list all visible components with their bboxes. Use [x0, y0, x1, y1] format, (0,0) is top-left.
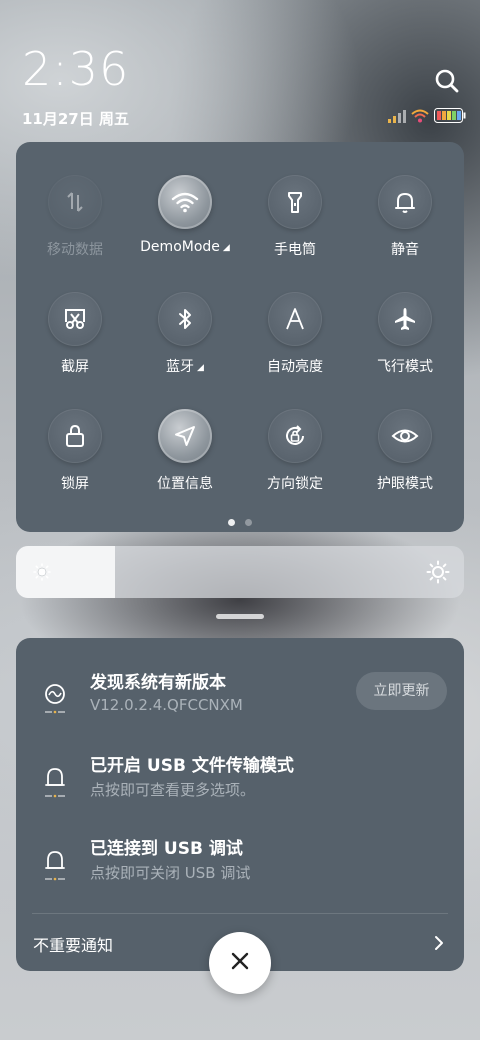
bluetooth-icon	[158, 292, 212, 346]
notification-title: 发现系统有新版本	[90, 673, 226, 693]
divider	[32, 913, 448, 914]
notification-usb-transfer[interactable]: 已开启 USB 文件传输模式 点按即可查看更多选项。	[16, 749, 464, 819]
eye-icon	[378, 409, 432, 463]
tile-label: 移动数据	[47, 242, 103, 258]
mobile-data-icon	[48, 175, 102, 229]
tile-label: 飞行模式	[377, 359, 433, 375]
page-dot[interactable]	[245, 519, 252, 526]
update-icon	[40, 680, 72, 720]
tile-label-text: DemoMode	[140, 239, 220, 255]
signal-icon	[388, 108, 406, 127]
notification-subtitle: 点按即可查看更多选项。	[90, 781, 256, 799]
tile-auto-brightness[interactable]: 自动亮度	[240, 292, 350, 392]
tile-lock-screen[interactable]: 锁屏	[20, 409, 130, 509]
tile-label: DemoMode ◢	[130, 239, 240, 255]
tile-rotation-lock[interactable]: 方向锁定	[240, 409, 350, 509]
tile-bluetooth[interactable]: 蓝牙 ◢	[130, 292, 240, 392]
tile-flashlight[interactable]: 手电筒	[240, 175, 350, 275]
tile-label: 静音	[391, 242, 419, 258]
airplane-icon	[378, 292, 432, 346]
clear-all-button[interactable]	[209, 932, 271, 994]
tile-label: 护眼模式	[377, 476, 433, 492]
tile-label: 位置信息	[157, 476, 213, 492]
brightness-low-icon	[32, 562, 52, 586]
tile-label-text: 蓝牙	[166, 359, 195, 375]
notification-title: 已连接到 USB 调试	[90, 839, 243, 859]
battery-icon	[434, 108, 466, 127]
notification-panel: 发现系统有新版本 V12.0.2.4.QFCCNXM 立即更新 已开启 USB …	[16, 638, 464, 971]
tile-airplane[interactable]: 飞行模式	[350, 292, 460, 392]
tile-label: 自动亮度	[267, 359, 323, 375]
tile-mobile-data[interactable]: 移动数据	[20, 175, 130, 275]
tile-label: 方向锁定	[267, 476, 323, 492]
notification-subtitle: V12.0.2.4.QFCCNXM	[90, 696, 243, 714]
notification-subtitle: 点按即可关闭 USB 调试	[90, 864, 251, 882]
tile-label: 截屏	[61, 359, 89, 375]
flashlight-icon	[268, 175, 322, 229]
chevron-right-icon[interactable]	[432, 934, 446, 956]
notification-usb-debug[interactable]: 已连接到 USB 调试 点按即可关闭 USB 调试	[16, 832, 464, 902]
expand-triangle-icon: ◢	[197, 363, 204, 373]
page-dot-active	[228, 519, 235, 526]
bell-icon	[40, 763, 72, 803]
rotation-lock-icon	[268, 409, 322, 463]
update-now-button[interactable]: 立即更新	[356, 672, 447, 710]
quick-settings-panel: 移动数据 DemoMode ◢ 手电筒 静音 截屏 蓝牙 ◢ 自动亮度 飞行模式…	[16, 142, 464, 532]
lock-icon	[48, 409, 102, 463]
tile-location[interactable]: 位置信息	[130, 409, 240, 509]
unimportant-notifications-link[interactable]: 不重要通知	[33, 932, 113, 956]
date: 11月27日 周五	[22, 110, 129, 128]
brightness-fill	[16, 546, 115, 598]
bell-icon	[40, 846, 72, 886]
bell-icon	[378, 175, 432, 229]
drag-handle[interactable]	[216, 614, 264, 619]
clock: 2:36	[22, 42, 130, 96]
page-indicator	[228, 519, 252, 526]
close-icon	[230, 951, 250, 975]
tile-label: 锁屏	[61, 476, 89, 492]
location-icon	[158, 409, 212, 463]
wifi-icon	[158, 175, 212, 229]
status-icons	[388, 108, 466, 127]
tile-screenshot[interactable]: 截屏	[20, 292, 130, 392]
notification-title: 已开启 USB 文件传输模式	[90, 756, 294, 776]
search-icon[interactable]	[432, 66, 462, 96]
tile-eye-care[interactable]: 护眼模式	[350, 409, 460, 509]
tile-label: 手电筒	[274, 242, 316, 258]
expand-triangle-icon: ◢	[222, 243, 230, 253]
tile-wifi[interactable]: DemoMode ◢	[130, 175, 240, 275]
tile-label: 蓝牙 ◢	[130, 356, 240, 376]
tile-silent[interactable]: 静音	[350, 175, 460, 275]
brightness-high-icon	[426, 560, 450, 588]
auto-brightness-icon	[268, 292, 322, 346]
screenshot-icon	[48, 292, 102, 346]
brightness-slider[interactable]	[16, 546, 464, 598]
wifi-icon	[411, 108, 429, 127]
